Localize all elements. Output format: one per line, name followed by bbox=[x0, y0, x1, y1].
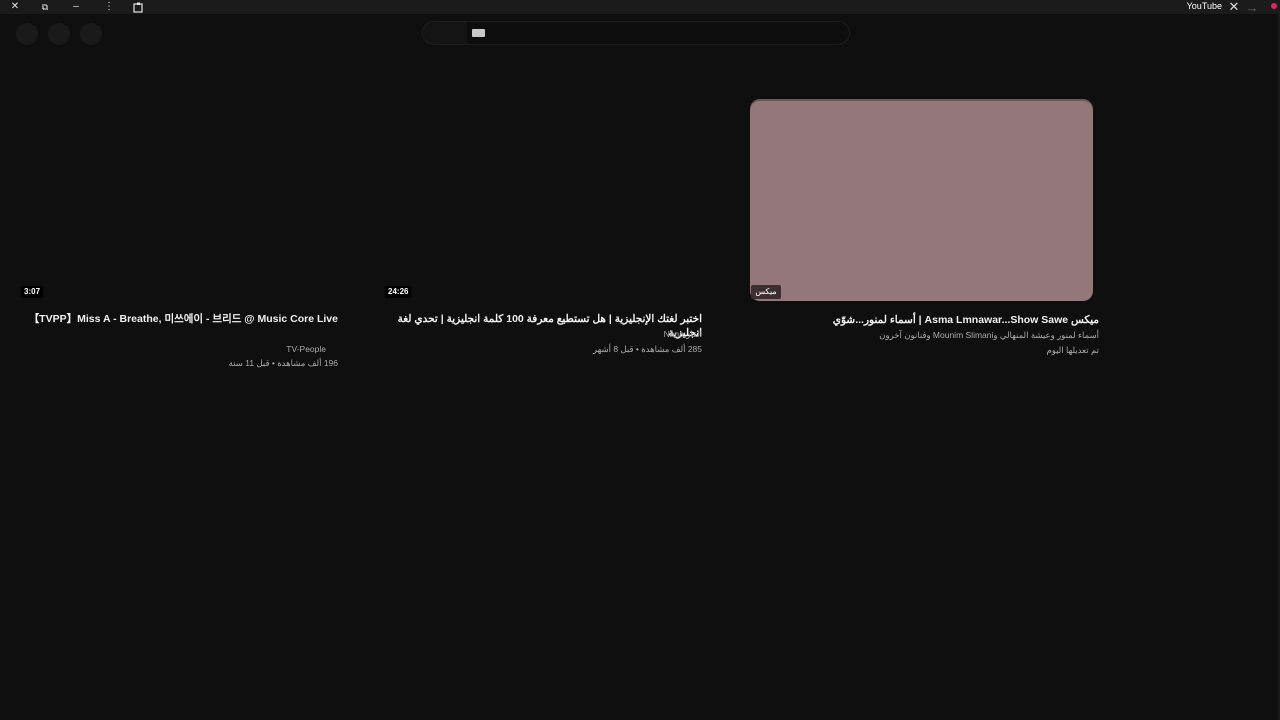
close-icon[interactable]: ✕ bbox=[8, 0, 22, 14]
video-thumbnail[interactable] bbox=[20, 100, 340, 300]
duration-badge: 3:07 bbox=[21, 286, 44, 298]
video-title[interactable]: 【TVPP】Miss A - Breathe, 미쓰에이 - 브리드 @ Mus… bbox=[20, 312, 338, 326]
video-card[interactable]: ميكس ميكس Asma Lmnawar...Show Sawe | أسم… bbox=[750, 101, 1100, 381]
video-card[interactable]: 24:26 اختبر لغتك الإنجليزية | هل تستطيع … bbox=[385, 100, 705, 380]
duration-badge: 24:26 bbox=[385, 286, 412, 298]
video-title[interactable]: ميكس Asma Lmnawar...Show Sawe | أسماء لم… bbox=[751, 313, 1099, 327]
forward-arrow-icon[interactable]: → bbox=[1245, 0, 1259, 15]
keyboard-icon[interactable] bbox=[472, 29, 485, 37]
minimize-icon[interactable]: – bbox=[69, 0, 83, 14]
channel-name[interactable]: الغاز Nana bbox=[402, 328, 702, 340]
notification-dot bbox=[1271, 3, 1277, 9]
extension-icon[interactable] bbox=[131, 0, 145, 14]
video-meta: 196 ألف مشاهدة • قبل 11 سنة bbox=[228, 358, 338, 368]
nav-circle-button-2[interactable] bbox=[48, 23, 70, 45]
close-icon[interactable]: ✕ bbox=[1227, 0, 1241, 14]
nav-circle-button-1[interactable] bbox=[16, 23, 38, 45]
channel-name[interactable]: TV-People bbox=[26, 343, 326, 355]
video-meta: 285 ألف مشاهدة • قبل 8 أشهر bbox=[592, 344, 702, 354]
video-meta: تم تعديلها اليوم bbox=[1046, 345, 1099, 355]
site-label: YouTube bbox=[1186, 1, 1222, 11]
video-card[interactable]: 3:07 【TVPP】Miss A - Breathe, 미쓰에이 - 브리드 … bbox=[20, 100, 340, 380]
restore-icon[interactable]: ⧉ bbox=[38, 0, 52, 14]
nav-circle-button-3[interactable] bbox=[80, 23, 102, 45]
window-titlebar: ✕ ⧉ – ⋮ YouTube ✕ → bbox=[0, 0, 1280, 15]
channel-name[interactable]: أسماء لمنور وعيشة المنهالي وMounim Slima… bbox=[751, 329, 1099, 341]
mix-thumbnail[interactable] bbox=[750, 101, 1093, 301]
search-bar[interactable] bbox=[422, 21, 850, 45]
video-thumbnail[interactable] bbox=[385, 100, 705, 300]
more-vertical-icon[interactable]: ⋮ bbox=[102, 0, 116, 14]
mix-badge: ميكس bbox=[751, 285, 781, 299]
search-left-segment[interactable] bbox=[423, 22, 467, 44]
